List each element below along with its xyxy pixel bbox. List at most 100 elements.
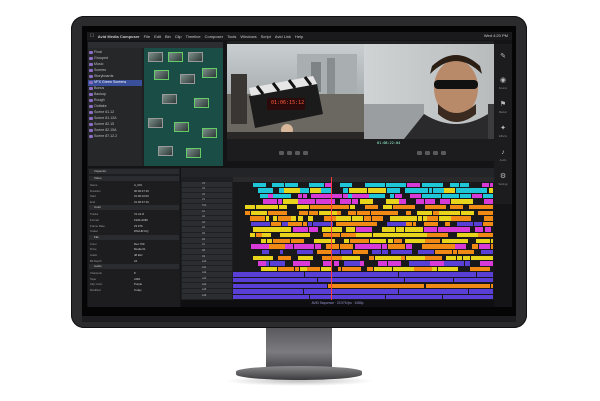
timeline-clip[interactable]: [233, 294, 309, 300]
timeline-clip[interactable]: [443, 294, 493, 300]
timeline-clip[interactable]: [401, 216, 417, 221]
timeline-clip[interactable]: [390, 193, 395, 199]
timeline-clip[interactable]: [360, 261, 365, 266]
timeline-clip[interactable]: [344, 261, 360, 266]
timeline-clip[interactable]: [266, 261, 270, 266]
timeline-clip[interactable]: [380, 255, 401, 260]
timeline-clip[interactable]: [342, 255, 361, 260]
timeline-clip[interactable]: [333, 261, 340, 266]
track-header[interactable]: A6: [182, 238, 232, 243]
timeline-clip[interactable]: [484, 216, 493, 221]
timeline-clip[interactable]: [370, 210, 386, 215]
timeline-clip[interactable]: [261, 238, 267, 244]
track-header[interactable]: A13: [182, 277, 232, 283]
timeline-clip[interactable]: [278, 255, 292, 260]
timeline-clip[interactable]: [462, 255, 471, 260]
timeline-clip[interactable]: [299, 266, 307, 272]
timeline-clip[interactable]: [457, 249, 474, 255]
timeline-clip[interactable]: [406, 182, 420, 187]
timeline-clip[interactable]: [386, 188, 400, 193]
timeline-clip[interactable]: [434, 249, 447, 255]
timeline-clip[interactable]: [351, 199, 358, 204]
timeline-clip[interactable]: [393, 238, 402, 244]
timeline-clip[interactable]: [307, 266, 320, 272]
timeline-clip[interactable]: [391, 249, 412, 255]
flag-icon[interactable]: ⚑: [498, 100, 508, 110]
timeline-clip[interactable]: [385, 182, 407, 187]
track-header[interactable]: A5: [182, 232, 232, 238]
timeline-clip[interactable]: [482, 221, 493, 227]
timeline-clip[interactable]: [336, 216, 352, 221]
clip-thumbnail[interactable]: [154, 70, 169, 80]
timeline-clip[interactable]: [255, 204, 260, 210]
timeline-clip[interactable]: [322, 227, 343, 232]
timeline-clip[interactable]: [478, 233, 493, 238]
timeline-clip[interactable]: [444, 188, 456, 193]
timeline-clip[interactable]: [304, 272, 398, 277]
timeline-clip[interactable]: [355, 227, 373, 232]
app-name[interactable]: Avid Media Composer: [98, 34, 140, 39]
timeline-clip[interactable]: [337, 266, 342, 272]
timeline-clip[interactable]: [425, 283, 490, 289]
timeline-clip[interactable]: [425, 255, 443, 260]
timeline-clip[interactable]: [395, 193, 402, 199]
timeline-clip[interactable]: [233, 278, 317, 283]
timeline-clip[interactable]: [456, 188, 468, 193]
timeline-clip[interactable]: [455, 216, 471, 221]
timeline-clip[interactable]: [383, 204, 392, 210]
inspector-section-header[interactable]: Color: [89, 205, 179, 211]
timeline-clip[interactable]: [273, 193, 292, 199]
timeline-clip[interactable]: [417, 216, 423, 221]
timeline-clip[interactable]: [412, 188, 429, 193]
timeline-clip[interactable]: [490, 182, 493, 187]
menu-item-edit[interactable]: Edit: [154, 34, 161, 39]
menu-item-timeline[interactable]: Timeline: [186, 34, 201, 39]
timeline-clip[interactable]: [350, 204, 355, 210]
timeline-clip[interactable]: [262, 249, 269, 255]
timeline-clip[interactable]: [405, 244, 413, 249]
menu-item-tools[interactable]: Tools: [227, 34, 236, 39]
track-header[interactable]: A7: [182, 243, 232, 249]
timeline-clip[interactable]: [459, 193, 472, 199]
timeline-clip[interactable]: [364, 204, 379, 210]
timeline-clip[interactable]: [429, 188, 433, 193]
timeline-clip[interactable]: [421, 182, 443, 187]
timeline-clip[interactable]: [233, 289, 304, 294]
timeline-clip[interactable]: [252, 182, 266, 187]
timeline-clip[interactable]: [388, 233, 408, 238]
timeline-clip[interactable]: [270, 227, 291, 232]
timeline-clip[interactable]: [284, 182, 299, 187]
timeline-clip[interactable]: [294, 266, 300, 272]
track-header[interactable]: A1: [182, 210, 232, 215]
timeline-clip[interactable]: [360, 199, 373, 204]
timeline-clip[interactable]: [407, 204, 416, 210]
timeline-clip[interactable]: [490, 283, 493, 289]
timeline-clip[interactable]: [470, 255, 489, 260]
timeline-clip[interactable]: [340, 233, 356, 238]
timeline-clip[interactable]: [427, 233, 449, 238]
timeline-clip[interactable]: [309, 182, 325, 187]
mark-out-button[interactable]: [303, 151, 308, 155]
timeline-clip[interactable]: [417, 210, 433, 215]
timeline-clip[interactable]: [279, 188, 284, 193]
timeline-clip[interactable]: [398, 289, 468, 294]
timeline-clip[interactable]: [480, 249, 488, 255]
timeline-clip[interactable]: [233, 283, 328, 289]
clip-thumbnail[interactable]: [180, 74, 195, 84]
gear-icon[interactable]: ⚙: [498, 172, 508, 182]
timeline-clip[interactable]: [450, 182, 460, 187]
timeline-clip[interactable]: [293, 227, 309, 232]
timeline-clip[interactable]: [392, 204, 407, 210]
timeline-clip[interactable]: [298, 233, 311, 238]
timeline-clip[interactable]: [414, 266, 432, 272]
track-header[interactable]: TC1: [182, 204, 232, 210]
timeline-clip[interactable]: [398, 266, 414, 272]
timeline-clip[interactable]: [447, 249, 453, 255]
timeline-clip[interactable]: [454, 278, 493, 283]
timeline-clip[interactable]: [279, 233, 298, 238]
timeline-clip[interactable]: [351, 216, 364, 221]
timeline-clip[interactable]: [262, 199, 278, 204]
timeline-clip[interactable]: [290, 238, 304, 244]
timeline-clip[interactable]: [385, 210, 398, 215]
track-header[interactable]: A15: [182, 288, 232, 294]
